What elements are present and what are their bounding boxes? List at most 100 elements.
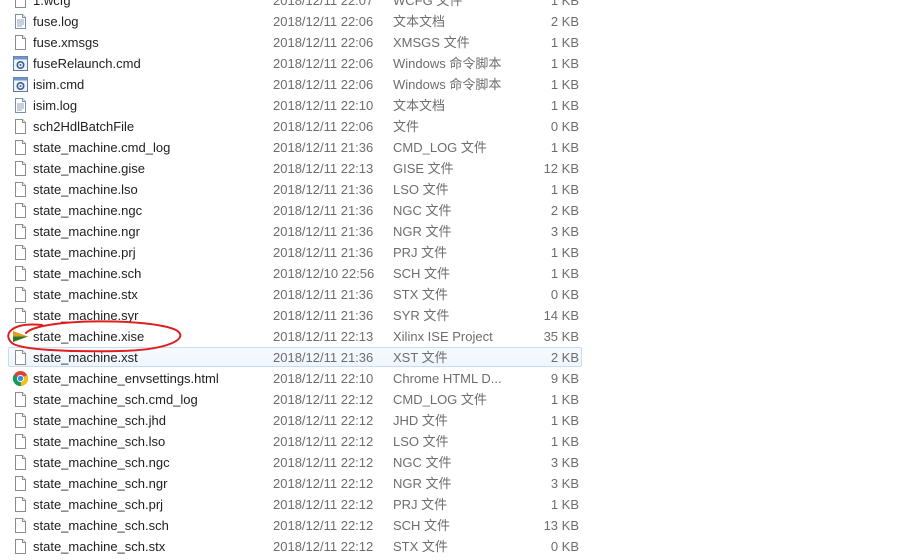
file-row[interactable]: state_machine.lso 2018/12/11 21:36 LSO 文件 1… <box>0 179 918 200</box>
blank-file-icon <box>12 265 29 282</box>
file-type: Xilinx ISE Project <box>393 329 493 344</box>
file-name: state_machine.prj <box>33 245 136 260</box>
file-row[interactable]: fuse.xmsgs 2018/12/11 22:06 XMSGS 文件 1 KB <box>0 32 918 53</box>
text-file-icon <box>12 13 29 30</box>
file-date-modified: 2018/12/11 21:36 <box>273 203 374 218</box>
file-name: 1.wcfg <box>33 0 71 8</box>
file-name: state_machine.sch <box>33 266 142 281</box>
file-row[interactable]: state_machine_sch.prj 2018/12/11 22:12 PRJ… <box>0 494 918 515</box>
file-row[interactable]: state_machine_sch.sch 2018/12/11 22:12 SCH… <box>0 515 918 536</box>
file-type: STX 文件 <box>393 287 448 302</box>
file-row[interactable]: state_machine.xise 2018/12/11 22:13 Xilinx… <box>0 326 918 347</box>
file-date-modified: 2018/12/11 22:12 <box>273 476 374 491</box>
file-name: state_machine_sch.lso <box>33 434 166 449</box>
file-row[interactable]: isim.log 2018/12/11 22:10 文本文档 1 KB <box>0 95 918 116</box>
file-name: state_machine.ngr <box>33 224 140 239</box>
file-name: state_machine.stx <box>33 287 138 302</box>
gear-script-icon <box>12 76 29 93</box>
file-name: fuseRelaunch.cmd <box>33 56 141 71</box>
text-file-icon <box>12 97 29 114</box>
file-date-modified: 2018/12/10 22:56 <box>273 266 375 281</box>
file-name: state_machine.xise <box>33 329 145 344</box>
blank-file-icon <box>12 160 29 177</box>
file-row[interactable]: state_machine.cmd_log 2018/12/11 21:36 CMD… <box>0 137 918 158</box>
file-type: PRJ 文件 <box>393 245 448 260</box>
blank-file-icon <box>12 538 29 555</box>
blank-file-icon <box>12 139 29 156</box>
file-name: sch2HdlBatchFile <box>33 119 135 134</box>
file-type: STX 文件 <box>393 539 448 554</box>
file-size: 9 KB <box>550 371 579 386</box>
file-date-modified: 2018/12/11 21:36 <box>273 350 374 365</box>
file-date-modified: 2018/12/11 22:12 <box>273 518 374 533</box>
file-date-modified: 2018/12/11 22:12 <box>273 539 374 554</box>
file-size: 1 KB <box>550 413 579 428</box>
file-name: isim.log <box>33 98 78 113</box>
file-date-modified: 2018/12/11 22:12 <box>273 392 374 407</box>
blank-file-icon <box>12 496 29 513</box>
file-row[interactable]: state_machine_sch.stx 2018/12/11 22:12 STX… <box>0 536 918 557</box>
file-type: NGC 文件 <box>393 203 452 218</box>
blank-file-icon <box>12 433 29 450</box>
file-size: 0 KB <box>550 119 579 134</box>
file-row[interactable]: fuse.log 2018/12/11 22:06 文本文档 2 KB <box>0 11 918 32</box>
blank-file-icon <box>12 454 29 471</box>
file-name: state_machine_sch.sch <box>33 518 169 533</box>
file-size: 1 KB <box>550 497 579 512</box>
file-type: NGC 文件 <box>393 455 452 470</box>
file-row[interactable]: state_machine_sch.ngr 2018/12/11 22:12 NGR… <box>0 473 918 494</box>
file-date-modified: 2018/12/11 22:12 <box>273 434 374 449</box>
file-row[interactable]: state_machine.syr 2018/12/11 21:36 SYR 文件 1… <box>0 305 918 326</box>
file-date-modified: 2018/12/11 21:36 <box>273 140 374 155</box>
file-name: state_machine.ngc <box>33 203 143 218</box>
file-name: state_machine.cmd_log <box>33 140 171 155</box>
file-size: 1 KB <box>550 392 579 407</box>
file-name: fuse.log <box>33 14 79 29</box>
file-date-modified: 2018/12/11 22:06 <box>273 119 374 134</box>
file-date-modified: 2018/12/11 21:36 <box>273 182 374 197</box>
file-row[interactable]: state_machine_sch.cmd_log 2018/12/11 22:1… <box>0 389 918 410</box>
file-row[interactable]: 1.wcfg 2018/12/11 22:07 WCFG 文件 1 KB <box>0 0 918 11</box>
file-row[interactable]: state_machine_sch.jhd 2018/12/11 22:12 JHD… <box>0 410 918 431</box>
file-size: 1 KB <box>550 266 579 281</box>
file-row[interactable]: sch2HdlBatchFile 2018/12/11 22:06 文件 0 KB <box>0 116 918 137</box>
file-row[interactable]: state_machine.stx 2018/12/11 21:36 STX 文件 0… <box>0 284 918 305</box>
file-type: GISE 文件 <box>393 161 454 176</box>
blank-file-icon <box>12 244 29 261</box>
file-row[interactable]: isim.cmd 2018/12/11 22:06 Windows 命令脚本 1 KB <box>0 74 918 95</box>
file-row[interactable]: state_machine.sch 2018/12/10 22:56 SCH 文件 1… <box>0 263 918 284</box>
file-size: 12 KB <box>543 161 579 176</box>
file-name: state_machine_sch.ngc <box>33 455 170 470</box>
file-size: 2 KB <box>550 14 579 29</box>
file-size: 1 KB <box>550 35 579 50</box>
blank-file-icon <box>12 412 29 429</box>
blank-file-icon <box>12 286 29 303</box>
file-type: JHD 文件 <box>393 413 448 428</box>
file-name: state_machine_sch.ngr <box>33 476 168 491</box>
file-name: state_machine_sch.prj <box>33 497 164 512</box>
file-row[interactable]: state_machine_envsettings.html 2018/12/11… <box>0 368 918 389</box>
file-type: CMD_LOG 文件 <box>393 392 487 407</box>
file-name: state_machine_sch.stx <box>33 539 166 554</box>
file-row[interactable]: state_machine_sch.lso 2018/12/11 22:12 LSO… <box>0 431 918 452</box>
file-name: isim.cmd <box>33 77 85 92</box>
file-row[interactable]: fuseRelaunch.cmd 2018/12/11 22:06 Windows … <box>0 53 918 74</box>
file-row[interactable]: state_machine_sch.ngc 2018/12/11 22:12 NGC… <box>0 452 918 473</box>
file-row[interactable]: state_machine.gise 2018/12/11 22:13 GISE 文… <box>0 158 918 179</box>
file-type: WCFG 文件 <box>393 0 463 8</box>
file-size: 3 KB <box>550 455 579 470</box>
gear-script-icon <box>12 55 29 72</box>
file-type: NGR 文件 <box>393 476 452 491</box>
blank-file-icon <box>12 118 29 135</box>
file-row[interactable]: state_machine.ngr 2018/12/11 21:36 NGR 文件 3… <box>0 221 918 242</box>
file-type: Windows 命令脚本 <box>393 56 502 71</box>
file-type: SCH 文件 <box>393 518 451 533</box>
file-row[interactable]: state_machine.xst 2018/12/11 21:36 XST 文件 2… <box>0 347 918 368</box>
file-row[interactable]: state_machine.ngc 2018/12/11 21:36 NGC 文件 2… <box>0 200 918 221</box>
blank-file-icon <box>12 202 29 219</box>
file-size: 1 KB <box>550 182 579 197</box>
file-row[interactable]: state_machine.prj 2018/12/11 21:36 PRJ 文件 1… <box>0 242 918 263</box>
file-size: 1 KB <box>550 77 579 92</box>
blank-file-icon <box>12 181 29 198</box>
file-name: state_machine_sch.jhd <box>33 413 166 428</box>
